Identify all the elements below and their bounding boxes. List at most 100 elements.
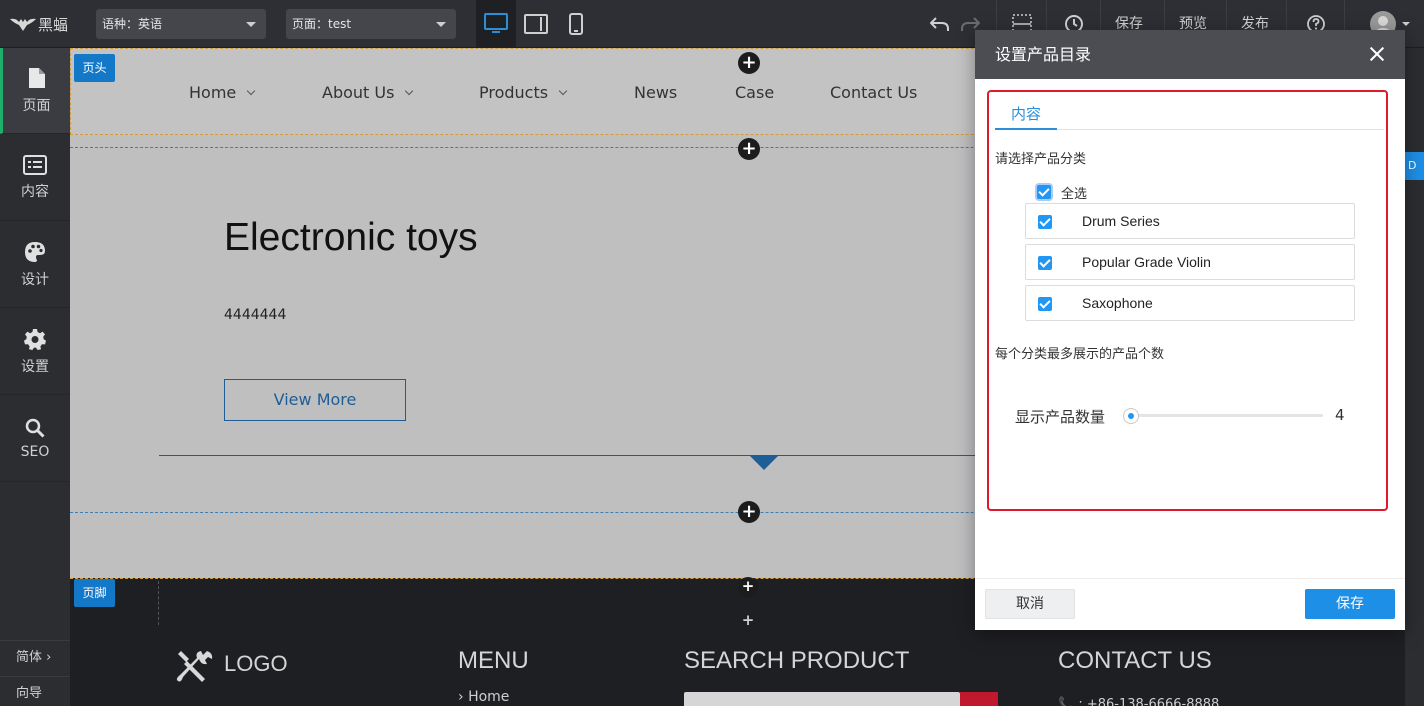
sidebar-item-label: 设置 [21,358,49,375]
sidebar-item-seo[interactable]: SEO [0,396,70,482]
category-name: Drum Series [1082,213,1160,229]
select-all-label: 全选 [1061,187,1088,202]
list-icon [23,154,47,175]
tablet-icon [524,14,548,34]
sidebar-item-label: 页面 [22,97,51,114]
hero-text[interactable]: 4444444 [224,307,286,323]
select-all-checkbox[interactable] [1037,185,1051,199]
category-checkbox[interactable] [1038,297,1052,311]
footer-link-label: Home [468,689,510,705]
nav-item-products[interactable]: Products [479,83,568,102]
logo-text: 黑蝠 [38,15,69,34]
language-select-value: 语种：英语 [102,17,163,31]
footer-search-heading: SEARCH PRODUCT [684,647,910,674]
dialog-header: 设置产品目录 [975,30,1405,79]
tablet-view-button[interactable] [516,0,556,48]
header-tag[interactable]: 页头 [74,54,115,82]
footer-contact-heading: CONTACT US [1058,647,1212,674]
dialog-footer: 取消 保存 [975,578,1405,630]
copy-tool-icon[interactable] [1405,218,1424,246]
category-name: Popular Grade Violin [1082,254,1211,270]
footer-search-input[interactable] [684,692,960,706]
nav-label: Case [735,83,775,102]
page-icon [28,67,45,88]
nav-label: News [634,83,678,102]
sidebar-item-label: 内容 [21,183,49,200]
category-select-label: 请选择产品分类 [995,152,1087,167]
category-name: Saxophone [1082,295,1153,311]
sidebar-item-label: 设计 [21,271,49,288]
add-section-button[interactable]: + [738,577,758,597]
footer-search-button[interactable] [960,692,998,706]
search-icon [25,418,45,438]
category-row[interactable]: Drum Series [1025,203,1355,239]
category-checkbox[interactable] [1038,256,1052,270]
dialog-content-panel: 内容 请选择产品分类 全选 Drum Series Popular Grade … [987,90,1388,511]
category-row[interactable]: Popular Grade Violin [1025,244,1355,280]
view-more-button[interactable]: View More [224,379,406,421]
nav-item-about[interactable]: About Us [322,83,414,102]
mobile-view-button[interactable] [556,0,596,48]
move-down-tool-icon[interactable] [1405,248,1424,276]
chevron-down-icon [436,22,446,27]
dialog-title: 设置产品目录 [995,45,1092,64]
category-checkbox[interactable] [1038,215,1052,229]
footer-phone: 📞 : +86-138-6666-8888 [1058,697,1219,706]
sidebar-item-settings[interactable]: 设置 [0,309,70,395]
max-products-label: 每个分类最多展示的产品个数 [995,347,1165,362]
language-toggle[interactable]: 简体 › [0,640,70,674]
product-count-label: 显示产品数量 [1015,408,1106,426]
triangle-down-icon [750,456,778,470]
save-button[interactable]: 保存 [1305,589,1395,619]
gear-icon [24,328,46,350]
language-select[interactable]: 语种：英语 [96,9,266,39]
page-select[interactable]: 页面：test [286,9,456,39]
mobile-icon [569,13,583,35]
footer-menu-link-home[interactable]: › Home [458,689,509,705]
nav-item-contact[interactable]: Contact Us [830,83,917,102]
category-row[interactable]: Saxophone [1025,285,1355,321]
bat-logo-icon [10,18,36,31]
add-column-button[interactable]: + [738,611,758,629]
sidebar-item-label: SEO [20,443,50,460]
chevron-down-icon [1402,22,1410,26]
footer-tag[interactable]: 页脚 [74,579,115,607]
undo-icon [930,17,949,31]
edit-tool-icon[interactable] [1405,188,1424,216]
chevron-down-icon [558,86,568,95]
product-count-slider[interactable] [1127,414,1323,417]
desktop-view-button[interactable] [476,0,516,48]
chevron-down-icon [246,22,256,27]
element-tools-strip: D [1405,48,1424,706]
nav-label: About Us [322,83,395,102]
nav-label: Products [479,83,549,102]
hero-divider [159,455,989,456]
page-select-value: 页面：test [292,17,352,31]
footer-menu-heading: MENU [458,647,529,674]
add-section-button[interactable]: + [738,138,760,160]
phone-number: +86-138-6666-8888 [1086,697,1220,706]
tools-icon [176,651,213,682]
slider-handle[interactable] [1123,408,1139,424]
delete-tool-icon[interactable] [1405,278,1424,306]
tool-tab[interactable]: D [1405,152,1424,180]
guide-button[interactable]: 向导 [0,676,70,706]
add-section-button[interactable]: + [738,501,760,523]
tab-content[interactable]: 内容 [995,102,1057,130]
dialog-tabs: 内容 [995,102,1384,130]
chevron-down-icon [247,86,256,95]
sidebar-item-design[interactable]: 设计 [0,222,70,308]
product-count-value: 4 [1335,406,1345,424]
app-logo[interactable]: 黑蝠 [10,12,68,36]
sidebar-item-page[interactable]: 页面 [0,48,70,134]
add-section-button[interactable]: + [738,52,760,74]
nav-item-case[interactable]: Case [735,83,774,102]
sidebar-item-content[interactable]: 内容 [0,135,70,221]
column-guide [158,581,159,625]
hero-title[interactable]: Electronic toys [224,216,478,260]
close-icon[interactable] [1369,46,1385,62]
nav-item-news[interactable]: News [634,83,677,102]
nav-item-home[interactable]: Home [189,83,256,102]
undo-button[interactable] [928,12,952,36]
cancel-button[interactable]: 取消 [985,589,1075,619]
